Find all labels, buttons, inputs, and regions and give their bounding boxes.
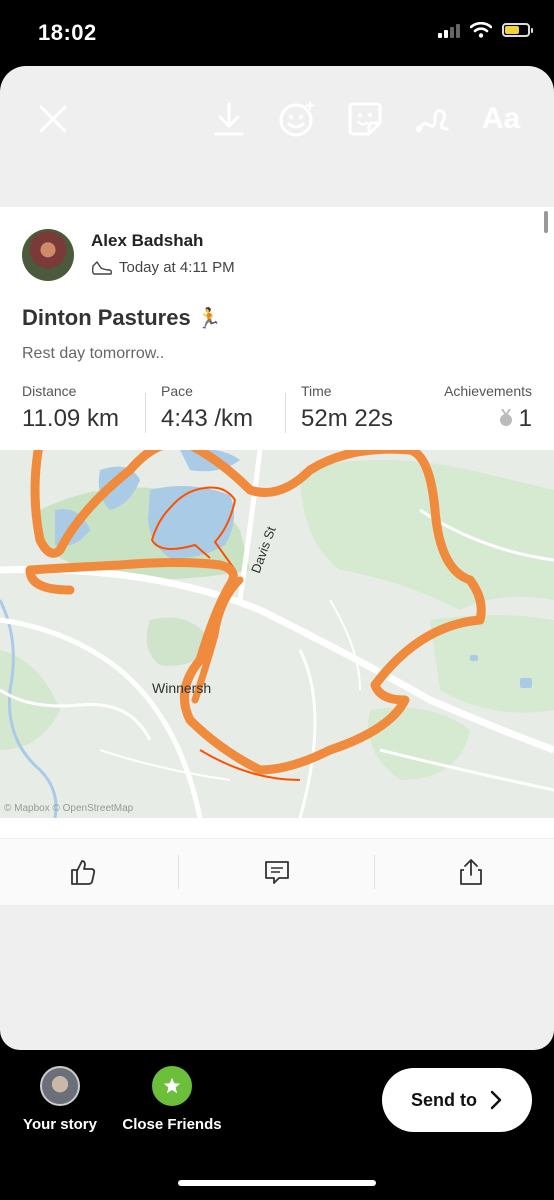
stat-value: 52m 22s (301, 405, 394, 432)
action-divider (178, 855, 179, 889)
stat-distance: Distance 11.09 km (22, 383, 119, 433)
map-canvas (0, 450, 554, 818)
activity-description: Rest day tomorrow.. (22, 345, 165, 362)
status-bar: 18:02 (0, 0, 554, 66)
send-to-button[interactable]: Send to (382, 1068, 532, 1132)
map-attribution: © Mapbox © OpenStreetMap (4, 803, 134, 814)
stat-achievements: Achievements 1 (434, 383, 532, 433)
kudos-button[interactable] (62, 853, 102, 891)
stat-divider (285, 393, 286, 433)
cellular-signal-icon (438, 22, 460, 38)
stat-label: Time (301, 383, 332, 399)
activity-title: Dinton Pastures 🏃 (22, 305, 222, 331)
place-label: Winnersh (152, 680, 212, 696)
send-to-label: Send to (411, 1089, 477, 1110)
story-share-bar: Your story Close Friends Send to (0, 1050, 554, 1200)
close-friends-label: Close Friends (122, 1116, 222, 1133)
status-icons (438, 22, 533, 38)
stat-label: Distance (22, 383, 77, 399)
story-editor: Aa Alex Badshah Today at 4:11 PM Dinton … (0, 66, 554, 1050)
home-indicator[interactable] (178, 1180, 376, 1186)
share-icon (460, 859, 482, 885)
close-button[interactable] (30, 96, 76, 142)
stat-value: 1 (434, 405, 532, 433)
activity-card[interactable]: Alex Badshah Today at 4:11 PM Dinton Pas… (0, 207, 554, 906)
download-button[interactable] (206, 96, 252, 142)
runner-emoji: 🏃 (196, 308, 222, 330)
stat-value: 4:43 /km (161, 405, 254, 432)
wifi-icon (470, 22, 492, 38)
chevron-right-icon (490, 1090, 502, 1110)
text-tool-button[interactable]: Aa (478, 96, 524, 142)
comment-icon (265, 861, 289, 884)
medal-icon (499, 409, 512, 426)
action-divider (374, 855, 375, 889)
scrollbar[interactable] (544, 211, 548, 233)
route-map[interactable]: Davis St Winnersh © Mapbox © OpenStreetM… (0, 450, 554, 818)
comment-button[interactable] (257, 853, 297, 891)
sticker-button[interactable] (342, 96, 388, 142)
battery-icon (502, 23, 533, 37)
close-friends-option[interactable]: Close Friends (107, 1066, 237, 1133)
stat-label: Achievements (444, 383, 532, 399)
share-button[interactable] (451, 853, 491, 891)
activity-title-text: Dinton Pastures (22, 305, 191, 330)
status-time: 18:02 (38, 20, 97, 45)
face-filter-button[interactable] (274, 96, 320, 142)
close-icon (39, 105, 67, 133)
activity-meta: Today at 4:11 PM (91, 259, 235, 276)
thumbs-up-icon (71, 860, 96, 885)
stat-value: 11.09 km (22, 405, 119, 432)
stat-label: Pace (161, 383, 193, 399)
stat-pace: Pace 4:43 /km (161, 383, 253, 433)
stat-time: Time 52m 22s (301, 383, 393, 433)
stat-divider (145, 393, 146, 433)
draw-scribble-icon (416, 109, 449, 132)
your-story-avatar (40, 1066, 80, 1106)
close-friends-star-icon (152, 1066, 192, 1106)
shoe-icon (91, 260, 113, 275)
face-effects-icon (279, 101, 315, 137)
draw-button[interactable] (410, 96, 456, 142)
download-icon (214, 102, 244, 136)
activity-action-bar (0, 838, 554, 906)
activity-stats: Distance 11.09 km Pace 4:43 /km Time 52m… (0, 383, 554, 437)
activity-timestamp: Today at 4:11 PM (119, 259, 235, 276)
avatar (22, 229, 74, 281)
achievements-count: 1 (518, 405, 532, 432)
text-tool-label: Aa (481, 102, 521, 135)
user-name: Alex Badshah (91, 231, 204, 250)
sticker-icon (348, 102, 382, 136)
story-toolbar: Aa (0, 66, 554, 206)
